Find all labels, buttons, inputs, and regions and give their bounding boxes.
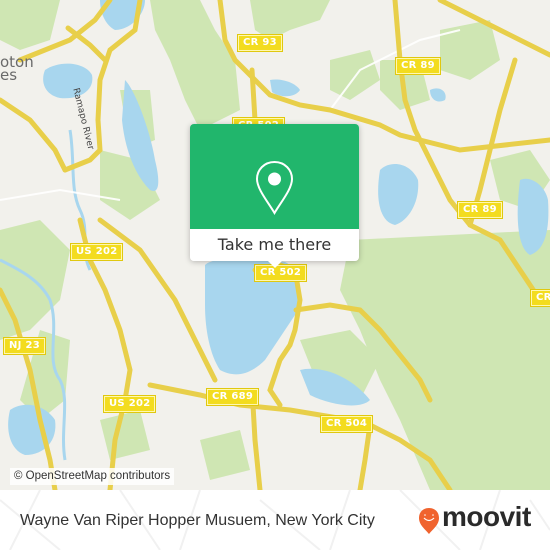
moovit-wordmark: moovit — [442, 501, 531, 532]
moovit-pin-icon — [419, 508, 439, 534]
road-label-cr89-top: CR 89 — [395, 57, 441, 75]
map[interactable]: oton es Ramapo River CR 93 CR 89 CR 89 C… — [0, 0, 550, 490]
road-label-cr89-mid: CR 89 — [457, 201, 503, 219]
road-label-nj23: NJ 23 — [3, 337, 46, 355]
location-popup: Take me there — [190, 124, 359, 268]
road-label-cr-right: CR — [530, 289, 550, 307]
road-label-cr504: CR 504 — [319, 415, 374, 433]
map-attribution[interactable]: © OpenStreetMap contributors — [10, 468, 175, 485]
take-me-there-button[interactable]: Take me there — [190, 229, 359, 261]
location-title: Wayne Van Riper Hopper Musuem, New York … — [20, 512, 375, 529]
popup-header — [190, 124, 359, 229]
place-label-lakes: es — [0, 66, 18, 84]
footer: Wayne Van Riper Hopper Musuem, New York … — [0, 490, 550, 550]
popup-pointer — [267, 260, 283, 268]
road-label-cr689: CR 689 — [205, 388, 260, 406]
map-pin-icon — [255, 160, 294, 215]
road-label-us202-bottom: US 202 — [102, 395, 157, 413]
road-label-us202-top: US 202 — [69, 243, 124, 261]
road-label-cr93: CR 93 — [237, 34, 283, 52]
